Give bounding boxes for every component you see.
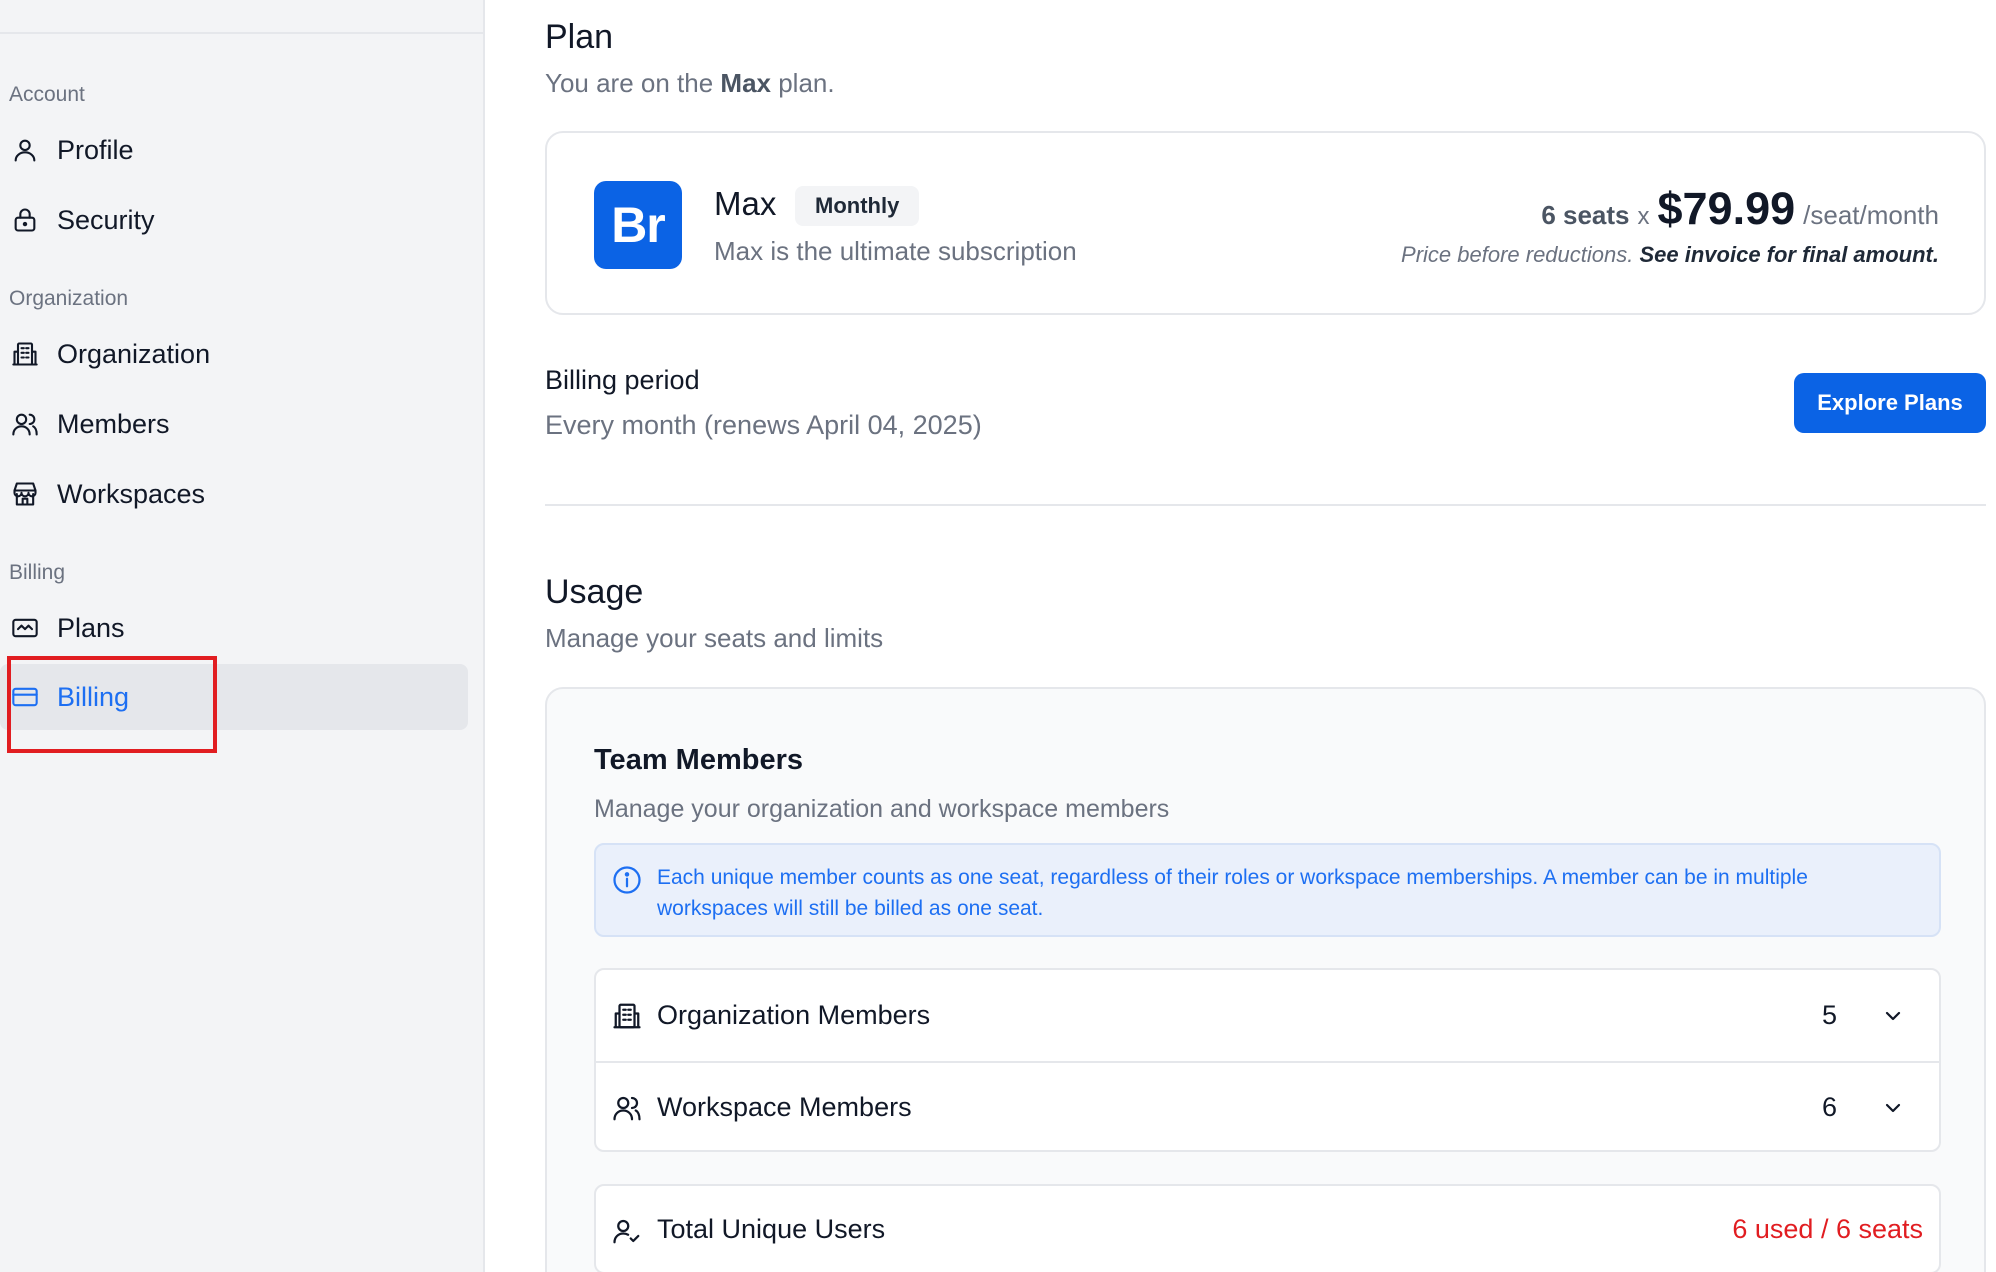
price-unit: /seat/month bbox=[1803, 200, 1939, 230]
plan-name: Max bbox=[714, 185, 777, 222]
usage-title: Usage bbox=[545, 573, 644, 611]
seat-price: $79.99 bbox=[1657, 183, 1796, 234]
sidebar-item-label: Plans bbox=[57, 612, 125, 643]
team-members-subtitle: Manage your organization and workspace m… bbox=[594, 795, 1170, 823]
sidebar-item-workspaces[interactable]: Workspaces bbox=[0, 461, 468, 527]
usage-subtitle: Manage your seats and limits bbox=[545, 623, 884, 653]
sidebar-item-label: Profile bbox=[57, 134, 134, 165]
times-sign: x bbox=[1637, 203, 1650, 230]
sidebar-item-billing[interactable]: Billing bbox=[0, 664, 468, 730]
section-label-organization: Organization bbox=[9, 287, 129, 310]
info-icon bbox=[612, 865, 642, 895]
credit-card-icon bbox=[9, 681, 41, 713]
sidebar-item-label: Billing bbox=[57, 681, 130, 712]
workspace-members-row[interactable]: Workspace Members 6 bbox=[596, 1061, 1939, 1152]
sidebar-item-members[interactable]: Members bbox=[0, 391, 468, 457]
users-icon bbox=[612, 1093, 642, 1123]
total-label: Total Unique Users bbox=[657, 1214, 886, 1244]
sidebar-item-label: Organization bbox=[57, 338, 211, 369]
building-icon bbox=[9, 338, 41, 370]
plan-title: Plan bbox=[545, 18, 614, 56]
chevron-down-icon[interactable] bbox=[1881, 1004, 1905, 1028]
sidebar-item-label: Security bbox=[57, 204, 155, 235]
seat-info-alert: Each unique member counts as one seat, r… bbox=[594, 843, 1941, 937]
sidebar-item-organization[interactable]: Organization bbox=[0, 321, 468, 387]
sidebar-item-label: Members bbox=[57, 408, 170, 439]
chevron-down-icon[interactable] bbox=[1881, 1096, 1905, 1120]
plan-interval-badge: Monthly bbox=[795, 186, 920, 226]
sidebar-item-security[interactable]: Security bbox=[0, 187, 468, 253]
lock-icon bbox=[9, 204, 41, 236]
billing-period-title: Billing period bbox=[545, 365, 700, 395]
seat-info-text: Each unique member counts as one seat, r… bbox=[657, 866, 1808, 920]
section-label-billing: Billing bbox=[9, 561, 66, 584]
price-line: 6 seats x $79.99 /seat/month bbox=[1541, 183, 1939, 235]
members-accordion: Organization Members 5 Workspace Members… bbox=[594, 968, 1941, 1152]
sidebar-item-label: Workspaces bbox=[57, 478, 206, 509]
row-label: Workspace Members bbox=[657, 1092, 912, 1122]
seat-count: 6 seats bbox=[1541, 200, 1630, 230]
user-check-icon bbox=[612, 1216, 642, 1246]
total-unique-users-row: Total Unique Users 6 used / 6 seats bbox=[594, 1184, 1941, 1272]
row-count: 5 bbox=[1821, 1000, 1837, 1030]
billing-period-value: Every month (renews April 04, 2025) bbox=[545, 410, 982, 440]
plan-card: Br Max Monthly Max is the ultimate subsc… bbox=[545, 131, 1986, 315]
users-icon bbox=[9, 408, 41, 440]
sidebar-item-profile[interactable]: Profile bbox=[0, 117, 468, 183]
sidebar-divider bbox=[0, 32, 485, 34]
team-members-title: Team Members bbox=[594, 744, 803, 776]
row-count: 6 bbox=[1821, 1092, 1837, 1122]
price-note: Price before reductions. See invoice for… bbox=[1401, 242, 1939, 267]
ticket-icon bbox=[9, 612, 41, 644]
row-label: Organization Members bbox=[657, 1000, 931, 1030]
section-label-account: Account bbox=[9, 83, 85, 106]
plan-subtitle: You are on the Max plan. bbox=[545, 68, 835, 98]
organization-members-row[interactable]: Organization Members 5 bbox=[596, 970, 1939, 1061]
billing-main: Plan You are on the Max plan. Br Max Mon… bbox=[545, 0, 1986, 1272]
plan-logo: Br bbox=[594, 181, 682, 269]
plan-description: Max is the ultimate subscription bbox=[714, 236, 1077, 266]
seat-usage-value: 6 used / 6 seats bbox=[1732, 1214, 1923, 1244]
settings-sidebar: Account Profile Security Organization Or… bbox=[0, 0, 485, 1272]
store-icon bbox=[9, 478, 41, 510]
sidebar-item-plans[interactable]: Plans bbox=[0, 595, 468, 661]
building-icon bbox=[612, 1001, 642, 1031]
team-members-card: Team Members Manage your organization an… bbox=[545, 687, 1986, 1272]
user-icon bbox=[9, 134, 41, 166]
section-divider bbox=[545, 504, 1986, 506]
explore-plans-button[interactable]: Explore Plans bbox=[1794, 373, 1986, 433]
